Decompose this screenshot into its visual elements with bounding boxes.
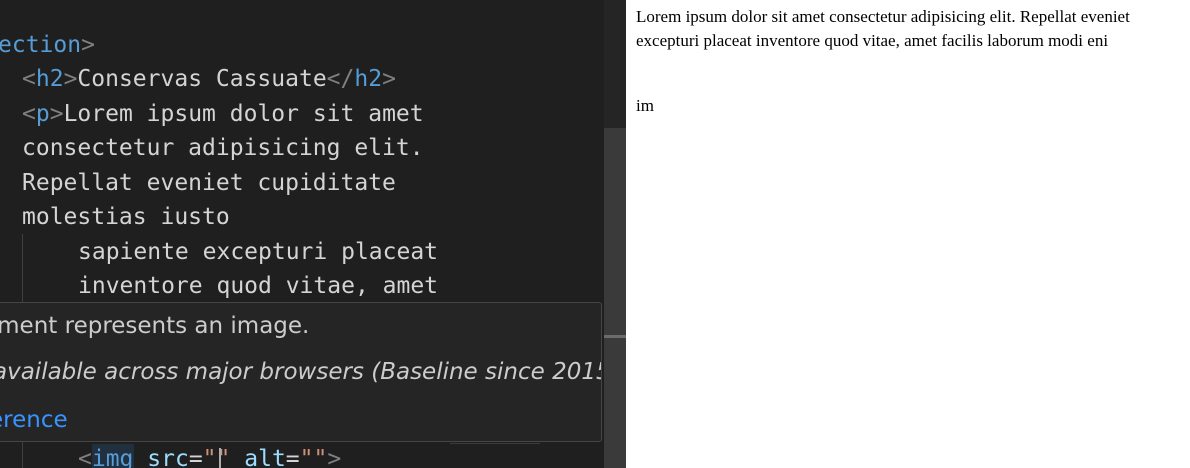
browser-preview: Lorem ipsum dolor sit amet consectetur a… [626,0,1190,468]
tag-bracket: < [22,101,36,127]
tag-bracket: </ [326,66,355,92]
attr-quote: " [202,446,217,468]
attr-equals: = [285,446,300,468]
code-editor[interactable]: ection> <h2>Conservas Cassuate</h2> <p>L… [0,0,604,468]
divider [450,443,540,444]
scrollbar-cursor-marker [604,335,626,338]
preview-broken-image-alt: im [636,96,654,115]
hover-tooltip: ement represents an image. available acr… [0,302,602,442]
code-line-text: inventore quod vitae, amet [78,273,439,299]
tag-bracket: > [382,66,396,92]
tag-bracket: > [81,32,95,58]
indent-guide [22,440,23,468]
attr-equals: = [188,446,203,468]
attr-quote: " [313,446,328,468]
code-line-img: <img src="" alt=""> [78,442,341,468]
preview-text-line: excepturi placeat inventore quod vitae, … [636,31,1109,50]
code-line-text: molestias iusto [22,204,230,230]
indent-guide [22,234,23,302]
tag-bracket: > [49,101,64,127]
tag-name: p [35,101,50,127]
mdn-reference-link[interactable]: erence [0,407,68,433]
code-line-text: Repellat eveniet cupiditate [22,170,396,196]
attr-name: alt [244,446,286,468]
code-line-section: ection> [0,28,95,62]
code-line-h2: <h2>Conservas Cassuate</h2> [22,62,396,96]
tag-name: h2 [354,66,383,92]
tag-bracket: < [22,66,36,92]
hover-description: ement represents an image. [0,313,310,339]
code-line-p: <p>Lorem ipsum dolor sit amet [22,97,424,131]
heading-text: Conservas Cassuate [77,66,327,92]
attr-name: src [147,446,189,468]
text-cursor [219,448,221,468]
code-line-text: sapiente excepturi placeat [78,239,439,265]
tag-bracket: > [327,446,342,468]
attr-quote: " [299,446,314,468]
code-line-text: consectetur adipisicing elit. [22,135,424,161]
tag-name: h2 [35,66,64,92]
preview-text-line: Lorem ipsum dolor sit amet consectetur a… [636,7,1130,26]
editor-scrollbar-thumb[interactable] [604,128,626,468]
app-window: ection> <h2>Conservas Cassuate</h2> <p>L… [0,0,1190,468]
paragraph-text: Lorem ipsum dolor sit amet [63,101,424,127]
hover-baseline-info: available across major browsers (Baselin… [0,359,602,385]
tag-bracket: < [78,446,92,468]
tag-bracket: > [63,66,78,92]
tag-name: img [91,446,134,468]
tag-name: ection [0,32,82,58]
